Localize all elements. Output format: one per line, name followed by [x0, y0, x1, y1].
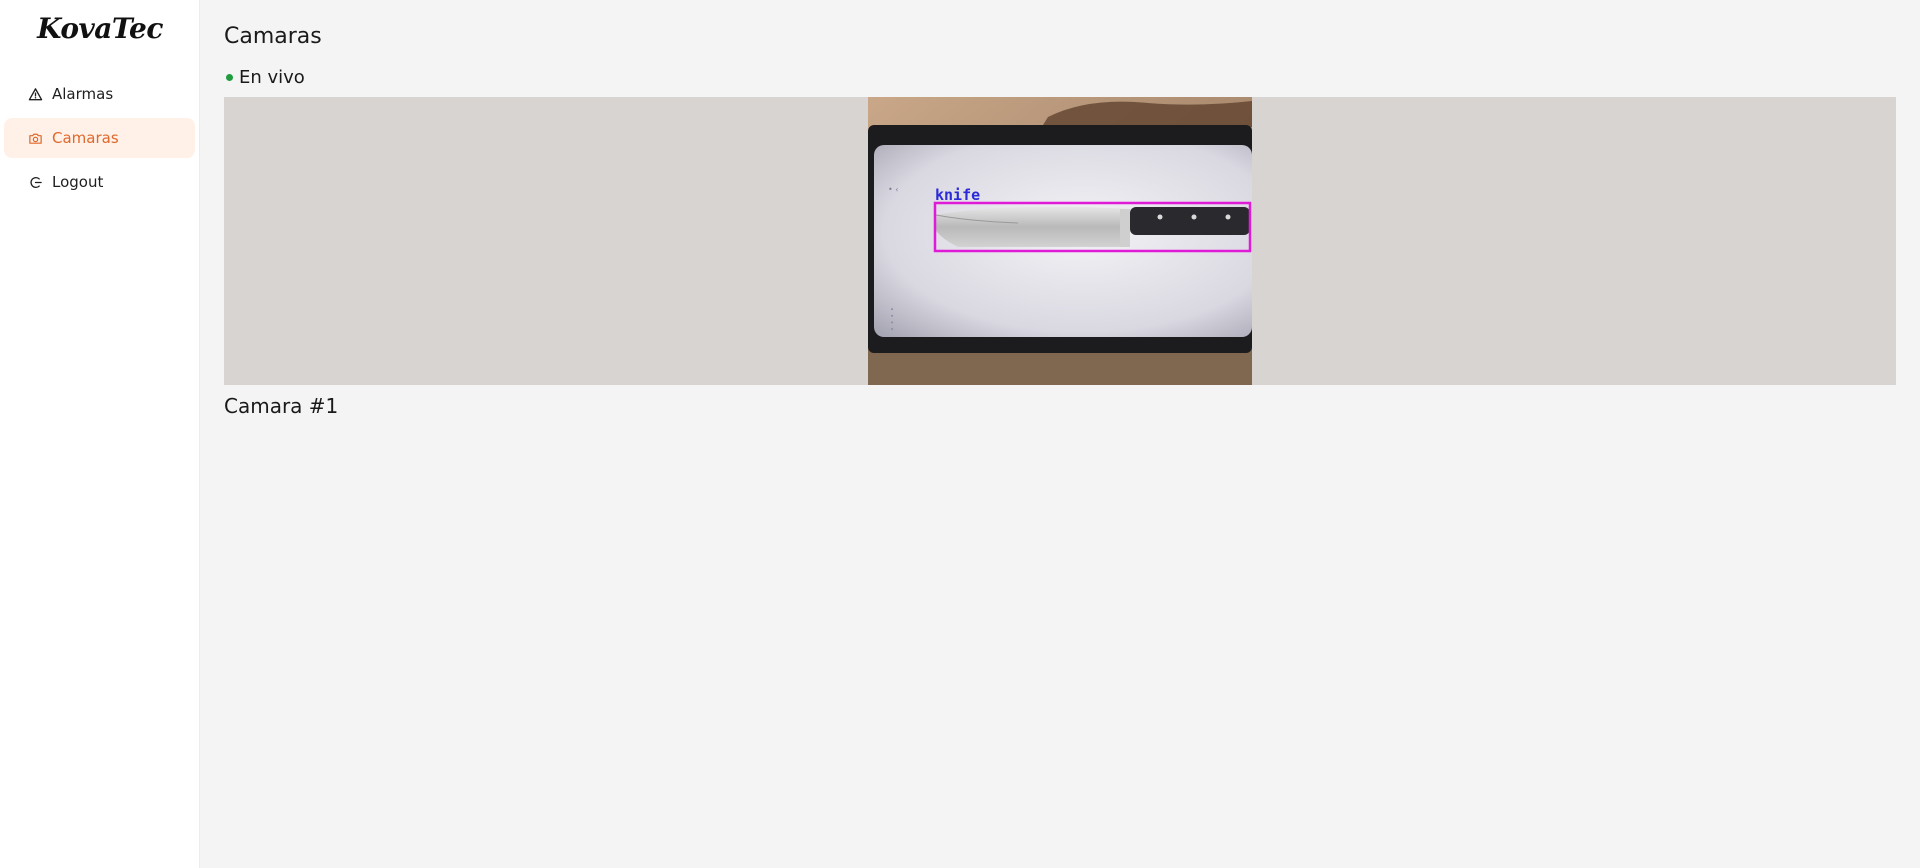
- sidebar-item-logout[interactable]: Logout: [4, 162, 195, 202]
- camera-name: Camara #1: [224, 394, 339, 418]
- sidebar-item-alarmas[interactable]: Alarmas: [4, 74, 195, 114]
- live-status-label: En vivo: [239, 67, 305, 88]
- svg-text:∙ ∙ ∙ ∙: ∙ ∙ ∙ ∙: [888, 307, 896, 331]
- camera-frame-image: • ‹ ∙ ∙ ∙ ∙ knife: [868, 97, 1252, 385]
- camera-feed[interactable]: • ‹ ∙ ∙ ∙ ∙ knife: [224, 97, 1896, 385]
- camera-frame: • ‹ ∙ ∙ ∙ ∙ knife: [868, 97, 1252, 385]
- warning-triangle-icon: [27, 86, 43, 102]
- app-logo[interactable]: KovaTec: [0, 12, 200, 45]
- page-title: Camaras: [224, 24, 322, 49]
- detection-label: knife: [935, 186, 980, 204]
- sidebar-item-label: Camaras: [52, 129, 119, 147]
- sidebar-item-label: Alarmas: [52, 85, 114, 103]
- sidebar-item-label: Logout: [52, 173, 104, 191]
- svg-text:• ‹: • ‹: [888, 185, 898, 194]
- live-status: En vivo: [224, 67, 305, 88]
- sidebar-nav: Alarmas Camaras Logout: [4, 74, 195, 206]
- sidebar: KovaTec Alarmas Camaras Logout: [0, 0, 200, 868]
- logout-icon: [27, 174, 43, 190]
- live-dot-icon: [226, 74, 233, 81]
- camera-icon: [27, 130, 43, 146]
- sidebar-item-camaras[interactable]: Camaras: [4, 118, 195, 158]
